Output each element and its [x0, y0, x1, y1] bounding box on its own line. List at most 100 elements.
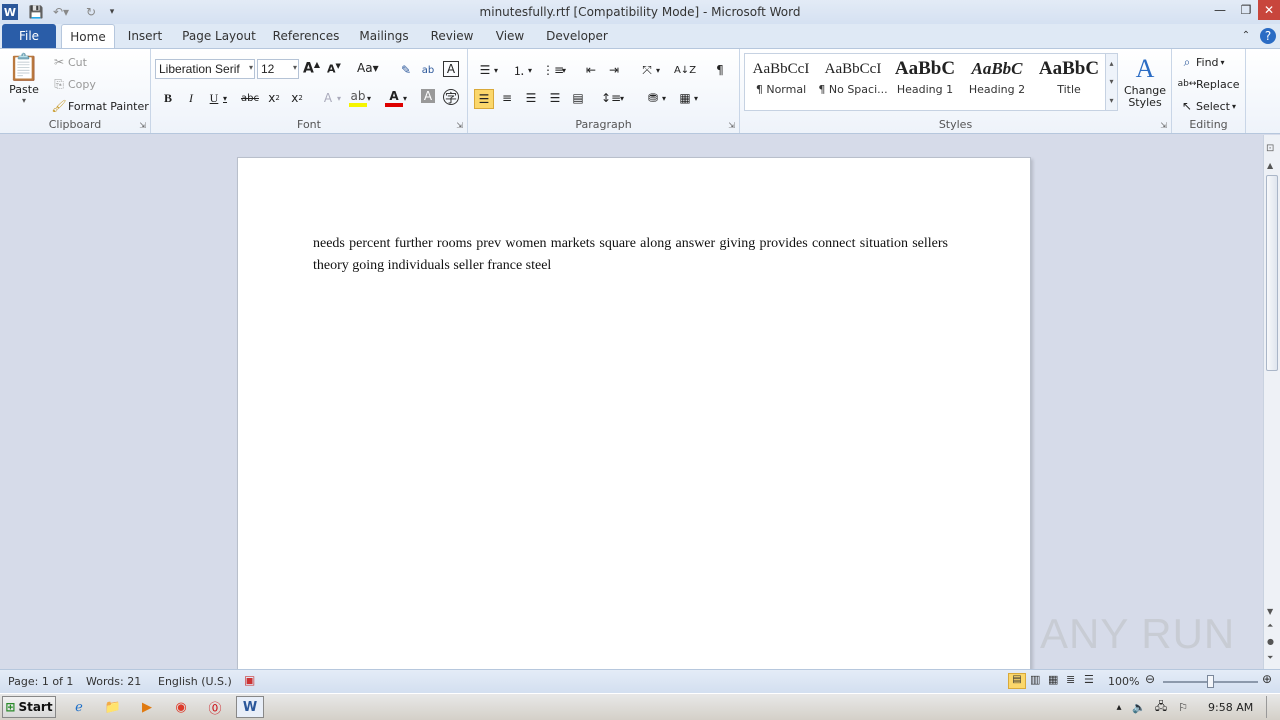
document-body-text[interactable]: needs percent further rooms prev women m… — [313, 233, 948, 277]
sort-button[interactable]: A↓Z — [674, 61, 696, 79]
show-formatting-button[interactable]: ¶ — [711, 61, 729, 79]
phonetic-guide-button[interactable]: ab — [419, 61, 437, 79]
grow-font-button[interactable]: A▲ — [303, 60, 320, 77]
italic-button[interactable]: I — [182, 89, 200, 107]
ruler-toggle-icon[interactable]: ⊡ — [1266, 143, 1278, 155]
scroll-thumb[interactable] — [1266, 175, 1278, 371]
document-page[interactable]: needs percent further rooms prev women m… — [237, 157, 1031, 669]
minimize-button[interactable]: — — [1208, 0, 1232, 20]
minimize-ribbon-icon[interactable]: ⌃ — [1238, 24, 1254, 48]
numbering-button[interactable]: ⒈ ▾ — [510, 61, 532, 79]
bold-button[interactable]: B — [159, 89, 177, 107]
zoom-level[interactable]: 100% — [1108, 675, 1139, 688]
subscript-button[interactable]: x2 — [265, 89, 283, 107]
shading-button[interactable]: ⛃ ▾ — [644, 89, 666, 107]
scroll-down-icon[interactable]: ▼ — [1267, 607, 1273, 616]
underline-button[interactable]: U ▾ — [205, 89, 227, 107]
text-effects-button[interactable]: A ▾ — [319, 89, 341, 107]
cut-button[interactable]: ✂ Cut — [50, 53, 87, 71]
tab-developer[interactable]: Developer — [542, 24, 612, 48]
document-area[interactable]: needs percent further rooms prev women m… — [0, 135, 1263, 669]
page-count[interactable]: Page: 1 of 1 — [8, 675, 73, 688]
decrease-indent-button[interactable]: ⇤ — [582, 61, 600, 79]
outline-icon[interactable]: ≣ — [1066, 673, 1075, 686]
tab-view[interactable]: View — [490, 24, 530, 48]
find-button[interactable]: ⌕ Find ▾ — [1178, 53, 1225, 71]
language-indicator[interactable]: English (U.S.) — [158, 675, 232, 688]
select-button[interactable]: ↖ Select ▾ — [1178, 97, 1236, 115]
character-shading-button[interactable]: A — [421, 89, 435, 103]
word-count[interactable]: Words: 21 — [86, 675, 141, 688]
vertical-scrollbar[interactable]: ⊡ ▲ ▼ ⏶ ● ⏷ — [1263, 135, 1280, 669]
distributed-button[interactable]: ▤ — [569, 89, 587, 107]
web-layout-icon[interactable]: ▦ — [1048, 673, 1058, 686]
action-center-flag-icon[interactable]: ⚐ — [1170, 696, 1196, 718]
align-center-button[interactable]: ≡ — [498, 89, 516, 107]
bullets-button[interactable]: ☰ ▾ — [476, 61, 498, 79]
character-border-button[interactable]: A — [443, 61, 459, 77]
shrink-font-button[interactable]: A▼ — [327, 62, 341, 76]
word-taskbar-icon[interactable]: W — [236, 696, 264, 718]
styles-launcher-icon[interactable]: ⇲ — [1160, 121, 1167, 130]
style-normal[interactable]: AaBbCcI ¶ Normal — [746, 55, 816, 107]
style-title[interactable]: AaBbC Title — [1034, 55, 1104, 107]
help-icon[interactable]: ? — [1259, 24, 1277, 48]
style-heading-2[interactable]: AaBbC Heading 2 — [962, 55, 1032, 107]
zoom-slider-thumb[interactable] — [1207, 675, 1214, 688]
chrome-icon[interactable]: ◉ — [168, 696, 194, 718]
tab-home[interactable]: Home — [61, 24, 115, 49]
macro-record-icon[interactable]: ▣ — [244, 673, 255, 687]
highlight-button[interactable]: ab ▾ — [349, 89, 371, 107]
media-player-icon[interactable]: ▶ — [134, 696, 160, 718]
text-direction-button[interactable]: ⤧ ▾ — [638, 61, 660, 79]
enclose-characters-button[interactable]: 字 — [443, 89, 459, 105]
close-button[interactable]: ✕ — [1258, 0, 1280, 20]
line-spacing-button[interactable]: ↕≡ ▾ — [601, 89, 624, 107]
styles-scroll[interactable]: ▴ ▾ ▾ — [1106, 53, 1118, 111]
tab-mailings[interactable]: Mailings — [354, 24, 414, 48]
replace-button[interactable]: ab↔ Replace — [1178, 75, 1240, 93]
tab-page-layout[interactable]: Page Layout — [180, 24, 258, 48]
browse-object-icon[interactable]: ● — [1267, 637, 1274, 646]
restore-button[interactable]: ❐ — [1234, 0, 1258, 20]
clipboard-launcher-icon[interactable]: ⇲ — [139, 121, 146, 130]
zoom-in-icon[interactable]: ⊕ — [1262, 672, 1272, 686]
tab-file[interactable]: File — [2, 24, 56, 48]
justify-button[interactable]: ☰ — [546, 89, 564, 107]
tab-insert[interactable]: Insert — [122, 24, 168, 48]
font-launcher-icon[interactable]: ⇲ — [456, 121, 463, 130]
print-layout-icon[interactable]: ▤ — [1008, 673, 1026, 689]
scroll-up-icon[interactable]: ▲ — [1267, 161, 1273, 170]
format-painter-button[interactable]: 🖌 Format Painter — [50, 97, 148, 115]
paragraph-launcher-icon[interactable]: ⇲ — [728, 121, 735, 130]
font-color-button[interactable]: A ▾ — [385, 89, 407, 107]
zoom-out-icon[interactable]: ⊖ — [1145, 672, 1155, 686]
previous-page-icon[interactable]: ⏶ — [1267, 621, 1273, 631]
align-left-button[interactable]: ☰ — [474, 89, 494, 109]
tab-review[interactable]: Review — [426, 24, 478, 48]
style-no-spacing[interactable]: AaBbCcI ¶ No Spaci... — [818, 55, 888, 107]
draft-icon[interactable]: ☰ — [1084, 673, 1094, 686]
multilevel-list-button[interactable]: ⋮≡ ▾ — [542, 61, 566, 79]
clear-formatting-button[interactable]: ✎ — [397, 61, 415, 79]
full-screen-reading-icon[interactable]: ▥ — [1030, 673, 1040, 686]
start-button[interactable]: ⊞ Start — [2, 696, 56, 718]
font-name-select[interactable]: Liberation Serif ▾ — [155, 59, 255, 79]
superscript-button[interactable]: x2 — [288, 89, 306, 107]
folder-icon[interactable]: 📁 — [100, 696, 126, 718]
style-heading-1[interactable]: AaBbC Heading 1 — [890, 55, 960, 107]
paste-button[interactable]: 📋 Paste ▾ — [4, 53, 44, 117]
tab-references[interactable]: References — [270, 24, 342, 48]
clock[interactable]: 9:58 AM — [1208, 701, 1253, 714]
change-case-button[interactable]: Aa▾ — [357, 61, 379, 75]
align-right-button[interactable]: ☰ — [522, 89, 540, 107]
increase-indent-button[interactable]: ⇥ — [605, 61, 623, 79]
opera-icon[interactable]: ⓪ — [202, 696, 228, 718]
show-desktop-button[interactable] — [1266, 696, 1278, 718]
copy-button[interactable]: ⎘ Copy — [50, 75, 96, 93]
change-styles-button[interactable]: A Change Styles — [1122, 53, 1168, 109]
font-size-select[interactable]: 12 ▾ — [257, 59, 299, 79]
strikethrough-button[interactable]: abc — [241, 89, 259, 107]
borders-button[interactable]: ▦ ▾ — [676, 89, 698, 107]
internet-explorer-icon[interactable]: ℯ — [66, 696, 92, 718]
